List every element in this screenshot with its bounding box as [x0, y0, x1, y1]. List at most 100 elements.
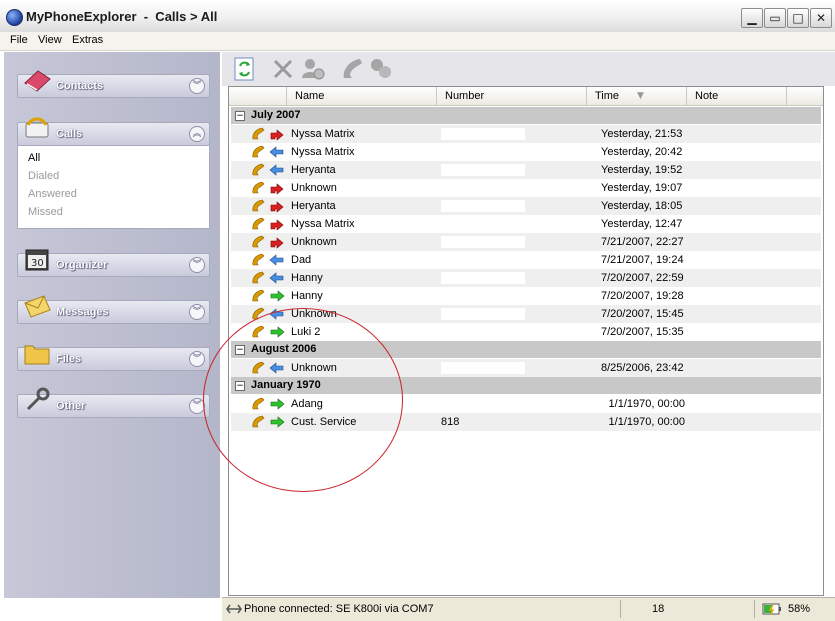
chevron-down-icon[interactable]: ︾ — [189, 78, 205, 94]
add-contact-icon[interactable] — [300, 56, 326, 82]
sidebar-section-label: Contacts — [56, 80, 104, 92]
column-header-name[interactable]: Name — [287, 87, 437, 106]
sort-descending-icon: ▼ — [637, 91, 644, 101]
close-button[interactable]: ✕ — [810, 8, 832, 28]
chevron-down-icon[interactable]: ︾ — [189, 351, 205, 367]
column-header-note[interactable]: Note — [687, 87, 787, 106]
row-name: Dad — [291, 254, 312, 266]
phone-handset-icon — [252, 145, 265, 158]
battery-level: 58% — [788, 603, 811, 615]
envelope-icon — [24, 295, 51, 318]
connection-status: Phone connected: SE K800i via COM7 — [244, 603, 434, 615]
connection-icon — [226, 604, 242, 614]
table-row[interactable]: Nyssa Matrix Yesterday, 12:47 — [231, 215, 821, 233]
table-row[interactable]: Hanny 7/20/2007, 19:28 — [231, 287, 821, 305]
table-row[interactable]: Dad 7/21/2007, 19:24 — [231, 251, 821, 269]
table-row[interactable]: Heryanta Yesterday, 18:05 — [231, 197, 821, 215]
maximize-button[interactable]: □ — [787, 8, 809, 28]
incoming-call-icon — [269, 164, 284, 176]
sidebar-section-messages[interactable]: Messages ︾ — [17, 295, 210, 324]
table-row[interactable]: Heryanta Yesterday, 19:52 — [231, 161, 821, 179]
row-number-redacted — [441, 272, 525, 284]
sidebar-section-files[interactable]: Files ︾ — [17, 345, 210, 371]
sidebar-section-other[interactable]: Other ︾ — [17, 387, 210, 418]
minimize-button[interactable]: ▁ — [741, 8, 763, 28]
phone-handset-icon — [252, 235, 265, 248]
menu-view[interactable]: View — [38, 34, 62, 46]
collapse-toggle-icon[interactable]: − — [235, 111, 245, 121]
row-time: Yesterday, 20:42 — [601, 146, 683, 158]
call-icon[interactable] — [340, 56, 366, 82]
column-header-number[interactable]: Number — [437, 87, 587, 106]
calls-filter-answered[interactable]: Answered — [28, 188, 77, 200]
row-name: Nyssa Matrix — [291, 146, 355, 158]
missed-call-icon — [270, 219, 284, 231]
calls-filter-all[interactable]: All — [28, 152, 40, 164]
row-name: Nyssa Matrix — [291, 128, 355, 140]
restore-button[interactable]: ▭ — [764, 8, 786, 28]
row-name: Heryanta — [291, 200, 336, 212]
row-time: 7/20/2007, 22:59 — [601, 272, 684, 284]
row-name: Heryanta — [291, 164, 336, 176]
table-row[interactable]: Hanny 7/20/2007, 22:59 — [231, 269, 821, 287]
outgoing-call-icon — [270, 290, 285, 302]
sidebar-section-organizer[interactable]: 30 Organizer ︾ — [17, 249, 210, 277]
row-number-redacted — [441, 326, 525, 338]
table-row[interactable]: Nyssa Matrix Yesterday, 21:53 — [231, 125, 821, 143]
calendar-icon: 30 — [25, 249, 49, 271]
toolbar — [222, 52, 835, 86]
row-time: 7/21/2007, 22:27 — [601, 236, 684, 248]
group-label: July 2007 — [251, 109, 301, 121]
incoming-call-icon — [269, 272, 284, 284]
refresh-icon[interactable] — [232, 56, 258, 82]
phone-handset-icon — [252, 253, 265, 266]
menu-file[interactable]: File — [10, 34, 28, 46]
column-header-time[interactable]: Time ▼ — [587, 87, 687, 106]
row-time: 7/20/2007, 19:28 — [601, 290, 684, 302]
wrench-icon — [26, 387, 50, 411]
row-number-redacted — [441, 128, 525, 140]
table-row[interactable]: Unknown Yesterday, 19:07 — [231, 179, 821, 197]
menu-extras[interactable]: Extras — [72, 34, 103, 46]
row-number-redacted — [441, 146, 525, 158]
delete-icon[interactable] — [270, 56, 296, 82]
app-logo-icon — [6, 9, 23, 26]
calls-filter-missed[interactable]: Missed — [28, 206, 63, 218]
row-name: Nyssa Matrix — [291, 218, 355, 230]
sidebar-section-contacts[interactable]: Contacts ︾ — [17, 70, 210, 98]
row-name: Unknown — [291, 236, 337, 248]
incoming-call-icon — [269, 254, 284, 266]
row-name: Hanny — [291, 272, 323, 284]
call-count: 18 — [652, 603, 665, 615]
row-time: 1/1/1970, 00:00 — [608, 398, 685, 410]
chevron-up-icon[interactable]: ︽ — [189, 126, 205, 142]
chevron-down-icon[interactable]: ︾ — [189, 257, 205, 273]
column-header-filler — [787, 87, 823, 106]
status-bar: Phone connected: SE K800i via COM7 18 58… — [222, 597, 835, 621]
calls-filter-list: All Dialed Answered Missed — [17, 146, 210, 229]
phone-handset-icon — [252, 199, 265, 212]
table-row[interactable]: Unknown 7/21/2007, 22:27 — [231, 233, 821, 251]
table-row[interactable]: Nyssa Matrix Yesterday, 20:42 — [231, 143, 821, 161]
status-divider — [754, 600, 755, 618]
column-header-icon[interactable] — [229, 87, 287, 106]
row-time: 7/20/2007, 15:35 — [601, 326, 684, 338]
chevron-down-icon[interactable]: ︾ — [189, 304, 205, 320]
calls-filter-dialed[interactable]: Dialed — [28, 170, 59, 182]
row-time: 8/25/2006, 23:42 — [601, 362, 684, 374]
annotation-circle — [203, 308, 403, 492]
group-row[interactable]: − July 2007 — [231, 107, 821, 124]
svg-text:30: 30 — [31, 258, 44, 269]
phone-handset-icon — [252, 289, 265, 302]
phone-handset-icon — [252, 127, 265, 140]
sidebar-section-calls[interactable]: Calls ︽ — [17, 117, 210, 146]
incoming-call-icon — [269, 146, 284, 158]
row-number-redacted — [441, 308, 525, 320]
phone-handset-icon — [252, 217, 265, 230]
sidebar-section-label: Messages — [56, 306, 109, 318]
chat-icon[interactable] — [368, 56, 394, 82]
row-time: Yesterday, 21:53 — [601, 128, 683, 140]
sidebar-section-label: Organizer — [56, 259, 108, 271]
calls-phone-icon — [25, 117, 49, 138]
row-number: 818 — [441, 416, 460, 428]
